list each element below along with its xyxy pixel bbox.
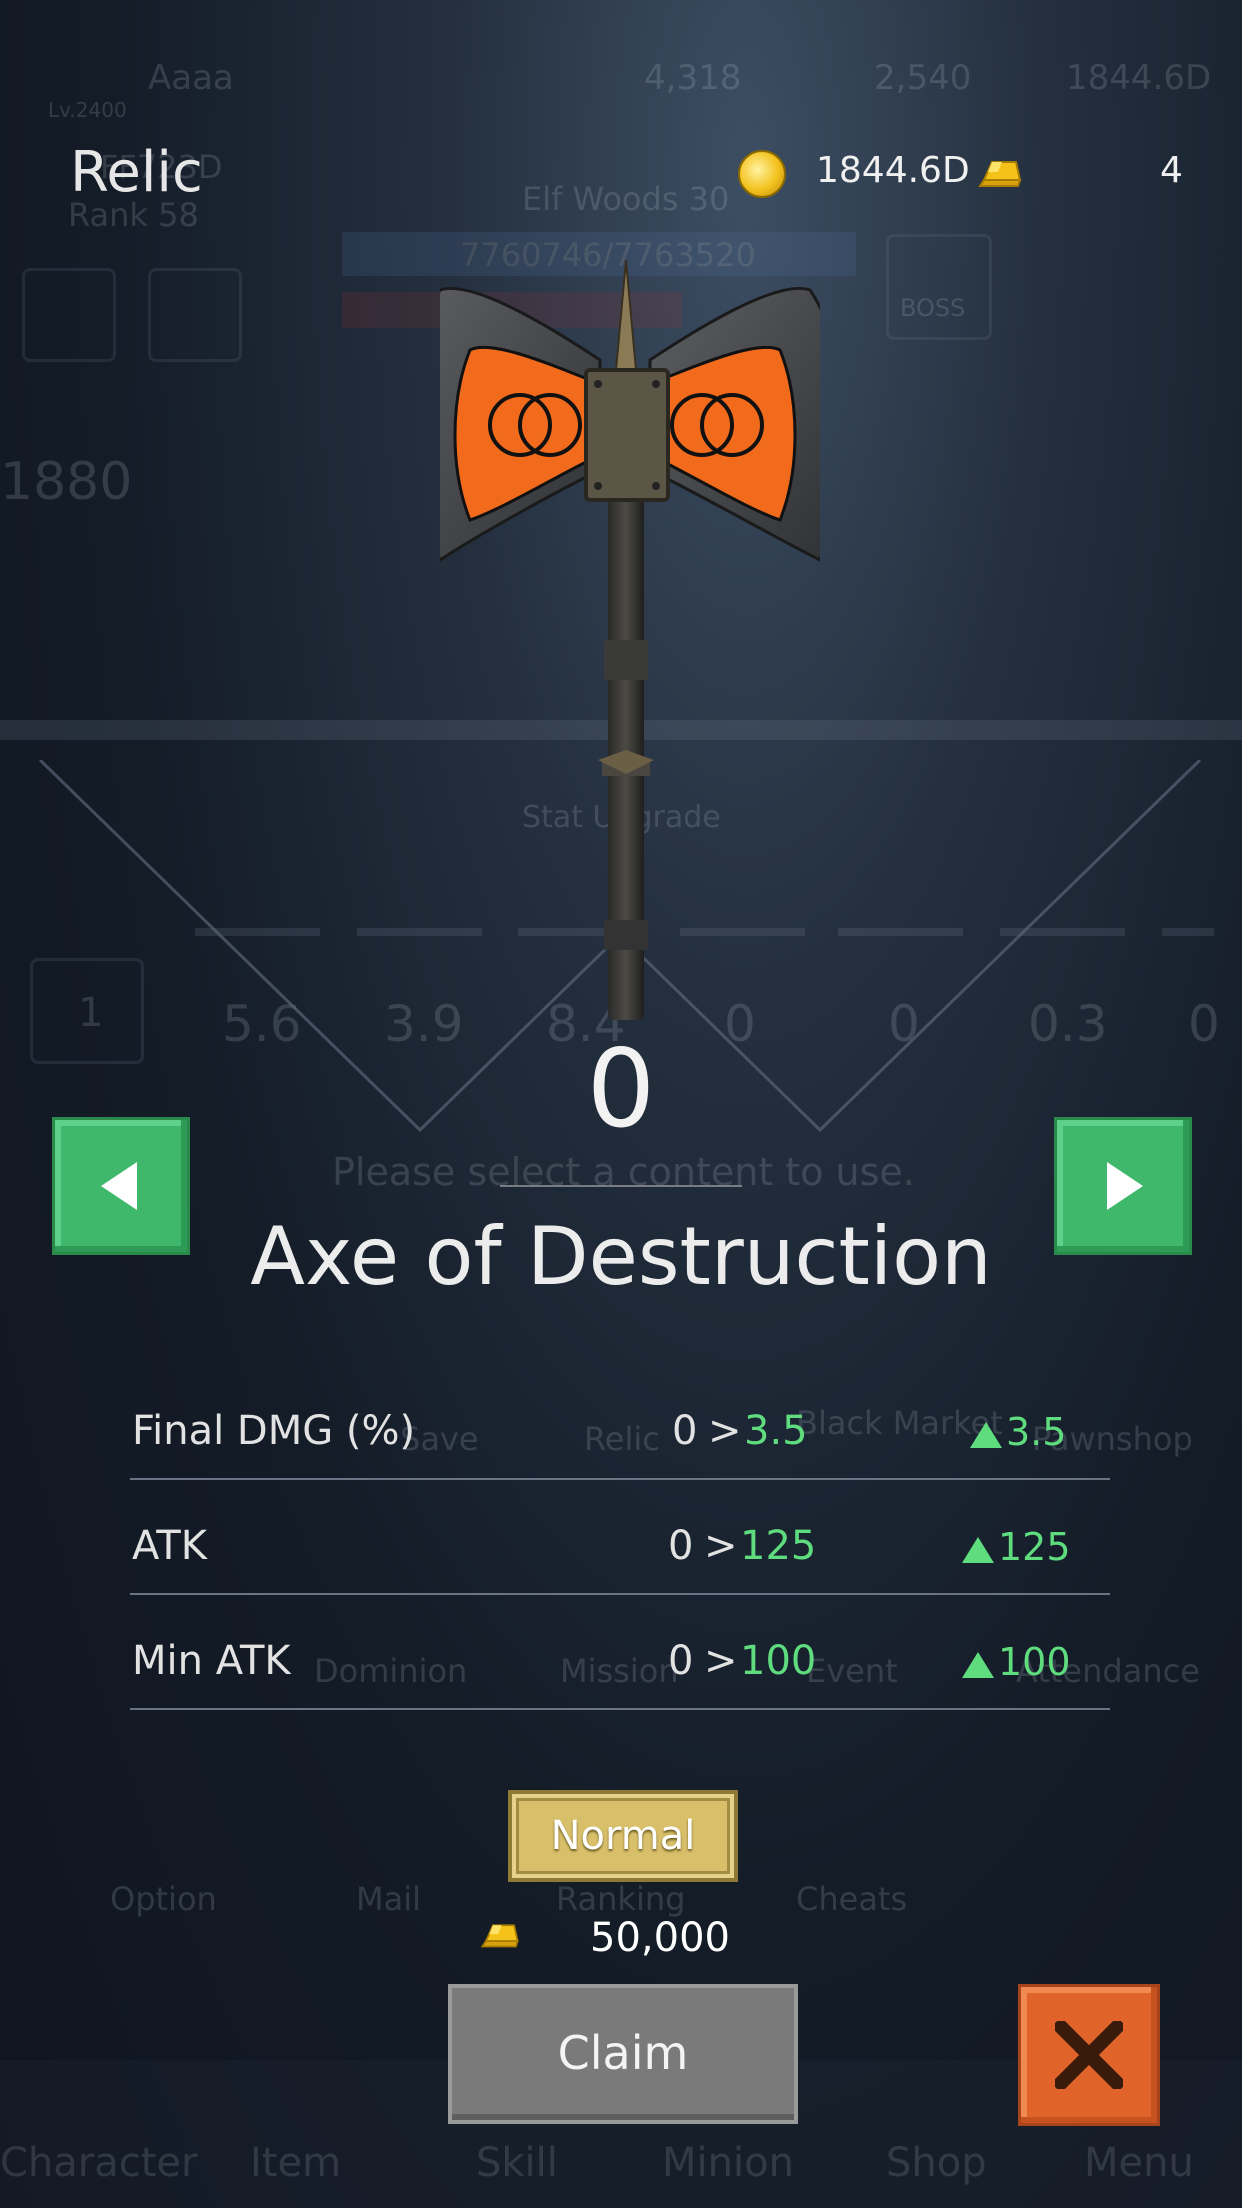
relic-name: Axe of Destruction <box>250 1210 992 1303</box>
relic-level: 0 <box>586 1027 656 1152</box>
bg-boss-button <box>886 234 992 340</box>
bg-score: 1880 <box>0 452 133 512</box>
bg-tab-shop: Shop <box>886 2140 987 2186</box>
bg-stat-2: 2,540 <box>874 58 972 98</box>
stat-delta: 125 <box>998 1525 1071 1569</box>
bg-menu-cheats: Cheats <box>796 1880 908 1918</box>
stat-delta: 3.5 <box>1006 1410 1067 1454</box>
stat-from: 0 <box>668 1523 694 1569</box>
stat-to: 125 <box>740 1523 817 1569</box>
stat-arrow: > <box>704 1523 738 1569</box>
bg-menu-ranking: Ranking <box>556 1880 686 1918</box>
rarity-label: Normal <box>550 1813 696 1859</box>
arrow-left-icon <box>101 1162 137 1210</box>
bg-tab-character: Character <box>0 2140 198 2186</box>
stat-label: Final DMG (%) <box>132 1408 416 1454</box>
close-button[interactable] <box>1018 1984 1160 2126</box>
stat-delta: 100 <box>998 1640 1071 1684</box>
stat-label: ATK <box>132 1523 207 1569</box>
claim-button[interactable]: Claim <box>448 1984 798 2124</box>
increase-triangle-icon <box>962 1652 994 1678</box>
bg-player-name: Aaaa <box>148 58 234 98</box>
stat-arrow: > <box>704 1638 738 1684</box>
stat-from: 0 <box>668 1638 694 1684</box>
stat-to: 100 <box>740 1638 817 1684</box>
bg-tab-skill: Skill <box>476 2140 558 2186</box>
increase-triangle-icon <box>970 1422 1002 1448</box>
stat-from: 0 <box>672 1408 698 1454</box>
stat-to: 3.5 <box>744 1408 808 1454</box>
close-icon <box>1055 2021 1123 2089</box>
gold-coin-icon <box>738 150 786 198</box>
stat-label: Min ATK <box>132 1638 291 1684</box>
gold-ingot-icon <box>978 156 1022 194</box>
bg-potion-button <box>148 268 242 362</box>
bg-menu-mail: Mail <box>356 1880 421 1918</box>
bg-menu-option: Option <box>110 1880 217 1918</box>
bg-player-level: Lv.2400 <box>48 98 127 122</box>
bg-tab-item: Item <box>250 2140 342 2186</box>
gold-amount: 1844.6D <box>816 150 970 191</box>
increase-triangle-icon <box>962 1537 994 1563</box>
level-divider <box>500 1185 742 1187</box>
bg-stat-3: 1844.6D <box>1066 58 1212 98</box>
stat-row-min-atk: Min ATK 0 > 100 100 <box>130 1608 1110 1710</box>
arrow-right-icon <box>1107 1162 1143 1210</box>
double-axe-icon <box>440 260 820 1020</box>
bg-stage: Elf Woods 30 <box>522 180 730 218</box>
stat-row-final-dmg: Final DMG (%) 0 > 3.5 3.5 <box>130 1378 1110 1480</box>
bg-tab-menu: Menu <box>1084 2140 1194 2186</box>
stat-arrow: > <box>708 1408 742 1454</box>
bg-tab-minion: Minion <box>662 2140 794 2186</box>
claim-label: Claim <box>557 2026 689 2080</box>
gold-ingot-icon <box>480 1920 520 1954</box>
rarity-badge: Normal <box>508 1790 738 1882</box>
bg-stat-1: 4,318 <box>644 58 742 98</box>
bg-video-button <box>22 268 116 362</box>
claim-cost: 50,000 <box>590 1915 730 1961</box>
page-title: Relic <box>70 140 203 205</box>
stat-row-atk: ATK 0 > 125 125 <box>130 1493 1110 1595</box>
ingot-amount: 4 <box>1160 150 1183 191</box>
bg-boss-label: BOSS <box>900 294 966 322</box>
